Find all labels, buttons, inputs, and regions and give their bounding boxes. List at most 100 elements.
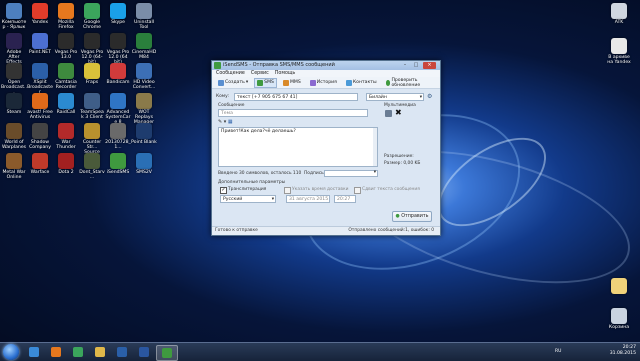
contacts-icon (345, 79, 352, 86)
camtasia-icon (58, 63, 74, 79)
maximize-button[interactable]: □ (411, 62, 421, 69)
signature-select[interactable]: ▾ (324, 170, 378, 177)
desktop-shortcut[interactable]: Yandex (27, 3, 53, 25)
chevron-down-icon: ▾ (373, 170, 376, 175)
steam-icon (6, 93, 22, 109)
desktop-shortcut[interactable]: Advanced SystemCare 8 (105, 93, 131, 126)
isendsms-icon (214, 62, 221, 69)
atk-icon (611, 3, 627, 19)
desktop-shortcut[interactable]: Paint.NET (27, 33, 53, 55)
delivery-date-field[interactable]: 31 августа 2015 (286, 195, 330, 203)
shortcut-label: Skype (111, 20, 125, 25)
desktop-shortcut[interactable]: Vegas Pro 13.0 (53, 33, 79, 60)
taskbar-explorer-button[interactable] (90, 345, 110, 359)
delivery-time-field[interactable]: 20:27 (334, 195, 356, 203)
desktop-shortcut[interactable]: Vegas Pro 12.0 (64 bit) (105, 33, 131, 66)
taskbar-firefox-button[interactable] (46, 345, 66, 359)
desktop-shortcut[interactable]: Point Blank (131, 123, 157, 145)
translit-checkbox[interactable]: ✓ (220, 187, 227, 194)
attach-image-icon[interactable] (385, 110, 392, 117)
firefox-icon (51, 347, 61, 357)
start-button[interactable] (3, 344, 19, 360)
desktop-shortcut[interactable]: CinemaHD M84 (131, 33, 157, 60)
message-textarea[interactable]: Привет!Как дела?чё делаешь? (218, 127, 378, 167)
send-button[interactable]: ● Отправить (392, 211, 432, 222)
desktop-shortcut[interactable]: Bandicam (105, 63, 131, 85)
remove-attachment-icon[interactable]: ✖ (395, 108, 402, 117)
desktop-shortcut[interactable]: Mozilla Firefox (53, 3, 79, 30)
taskbar-chrome-button[interactable] (68, 345, 88, 359)
shortcut-label: Point Blank (131, 140, 157, 145)
language-select[interactable]: Русский ▾ (220, 195, 276, 203)
desktop-shortcut[interactable]: В архиве на Yandex (606, 38, 632, 65)
mms-button[interactable]: MMS (280, 78, 304, 88)
desktop-shortcut[interactable]: Metal War Online (1, 153, 27, 180)
war-thunder-icon (58, 123, 74, 139)
sms-button[interactable]: SMS (254, 77, 277, 88)
delivery-time-checkbox[interactable] (284, 187, 291, 194)
desktop-shortcut[interactable]: Skype (105, 3, 131, 25)
desktop-shortcut[interactable]: War Thunder (53, 123, 79, 150)
desktop-shortcut[interactable]: Uninstall Tool (131, 3, 157, 30)
operator-value: Билайн (369, 95, 387, 100)
shortcut-label: Корзина (608, 325, 630, 330)
scrollbar[interactable] (373, 128, 377, 166)
desktop-shortcut[interactable]: Dont_Starv... (79, 153, 105, 180)
check-update-button[interactable]: Проверить обновление (383, 76, 440, 90)
close-button[interactable]: × (423, 62, 436, 69)
word-icon (139, 347, 149, 357)
notify-checkbox[interactable] (354, 187, 361, 194)
desktop-shortcut[interactable]: TeamSpeak 3 Client (79, 93, 105, 120)
desktop-shortcut[interactable]: Vegas Pro 12.0 (64-bit) (79, 33, 105, 66)
sms2v-icon (136, 153, 152, 169)
desktop-shortcut[interactable]: Google Chrome (79, 3, 105, 30)
settings-icon[interactable]: ⚙ (427, 93, 432, 100)
language-indicator[interactable]: RU (555, 349, 561, 354)
menu-message[interactable]: Сообщение (216, 71, 245, 76)
system-tray-clock[interactable]: 20:27 31.08.2015 (610, 345, 636, 357)
desktop-shortcut[interactable]: avast! Free Antivirus (27, 93, 53, 120)
history-button[interactable]: История (307, 78, 340, 88)
desktop-shortcut[interactable]: SMS2V (131, 153, 157, 175)
converter-icon (136, 63, 152, 79)
taskbar-word-button[interactable] (134, 345, 154, 359)
desktop-shortcut[interactable]: WOT Replays Manager (131, 93, 157, 126)
edit-icon[interactable]: ✎ (218, 119, 222, 125)
subject-field[interactable]: Тема (218, 109, 368, 117)
desktop-shortcut[interactable]: Steam (1, 93, 27, 115)
desktop-shortcut[interactable]: Fraps (79, 63, 105, 85)
desktop-shortcut[interactable]: World of Warplanes (1, 123, 27, 150)
menu-help[interactable]: Помощь (275, 71, 295, 76)
menu-service[interactable]: Сервис (251, 71, 269, 76)
recipient-field[interactable]: текст [+7 905 675 67 41] (234, 93, 358, 101)
desktop-shortcut[interactable]: Open Broadcast... (1, 63, 27, 96)
create-button[interactable]: Создать ▾ (215, 78, 251, 88)
desktop-shortcut[interactable]: Warface (27, 153, 53, 175)
save-icon[interactable]: ▦ (228, 119, 233, 125)
taskbar-media-player-button[interactable] (112, 345, 132, 359)
desktop-shortcut[interactable]: Dota 2 (53, 153, 79, 175)
title-bar[interactable]: iSendSMS - Отправка SMS/MMS сообщений – … (212, 61, 440, 70)
desktop-shortcut[interactable]: 20130728_1... (105, 123, 131, 150)
desktop-shortcut[interactable]: ATK (606, 3, 632, 25)
desktop-shortcut[interactable]: Shadow Company (27, 123, 53, 150)
desktop-shortcut[interactable]: RaidCall (53, 93, 79, 115)
shortcut-label: 20130728_1... (105, 140, 131, 151)
desktop-shortcut[interactable]: iSendSMS (105, 153, 131, 175)
desktop-shortcut[interactable] (606, 278, 632, 295)
desktop-shortcut[interactable]: Компьютер - Ярлык (1, 3, 27, 30)
desktop-shortcut[interactable]: XSplit Broadcaster (27, 63, 53, 96)
contacts-button[interactable]: Контакты (343, 78, 380, 88)
warplanes-icon (6, 123, 22, 139)
desktop-shortcut[interactable]: HD Video Convert... (131, 63, 157, 90)
desktop-shortcut[interactable]: Counter Str... Source (79, 123, 105, 156)
taskbar-isendsms-button[interactable] (156, 345, 178, 361)
operator-select[interactable]: Билайн ▾ (366, 93, 424, 101)
shortcut-label: Компьютер - Ярлык (1, 20, 27, 31)
desktop-shortcut[interactable]: Camtasia Recorder (53, 63, 79, 90)
desktop-shortcut[interactable]: Корзина (606, 308, 632, 330)
minimize-button[interactable]: – (400, 62, 410, 69)
obs-icon (6, 63, 22, 79)
taskbar-ie-button[interactable] (24, 345, 44, 359)
cinema-icon (136, 33, 152, 49)
